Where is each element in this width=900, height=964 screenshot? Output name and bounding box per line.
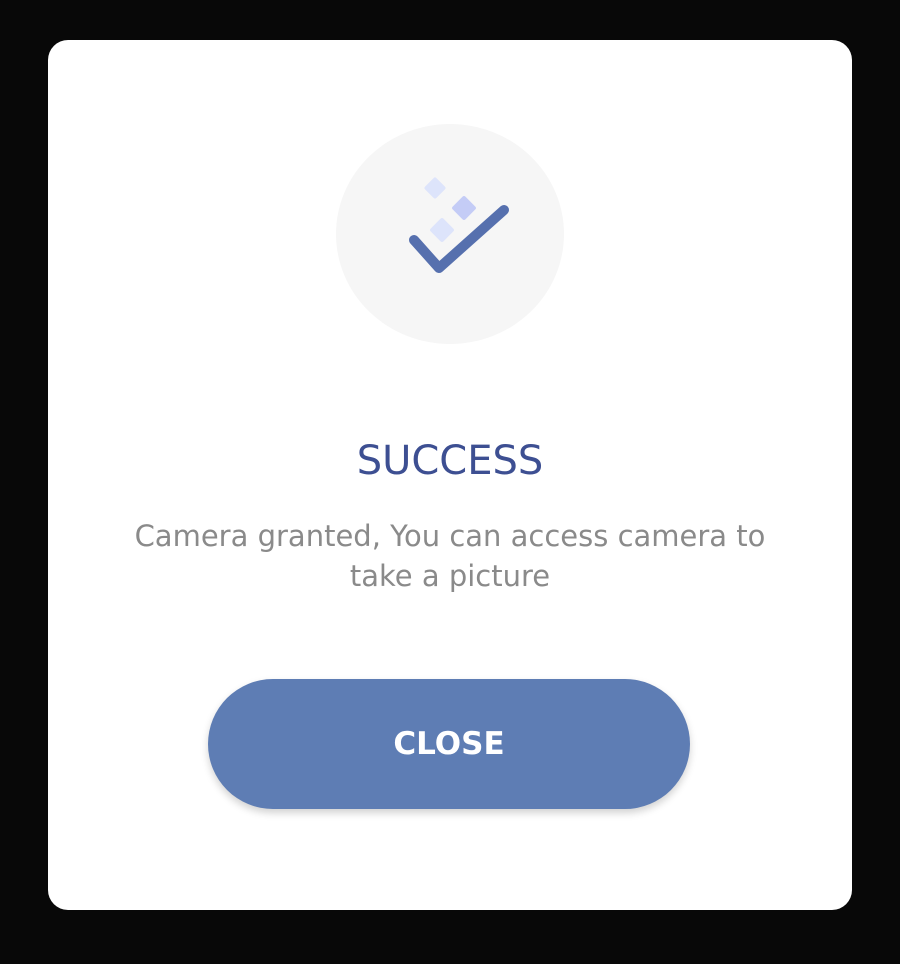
modal-backdrop: SUCCESS Camera granted, You can access c… bbox=[0, 0, 900, 964]
check-with-sparkles-icon bbox=[409, 177, 509, 273]
sparkle-diamond-left bbox=[430, 218, 454, 242]
close-button[interactable]: CLOSE bbox=[208, 679, 690, 809]
dialog-message: Camera granted, You can access camera to… bbox=[134, 519, 766, 593]
sparkle-diamond-right bbox=[452, 196, 476, 220]
close-button-label: CLOSE bbox=[393, 726, 505, 762]
check-mark bbox=[409, 205, 509, 273]
sparkle-diamond-top bbox=[424, 177, 446, 199]
success-icon-badge bbox=[336, 124, 564, 344]
dialog-title: SUCCESS bbox=[356, 438, 544, 484]
success-dialog: SUCCESS Camera granted, You can access c… bbox=[48, 40, 852, 910]
